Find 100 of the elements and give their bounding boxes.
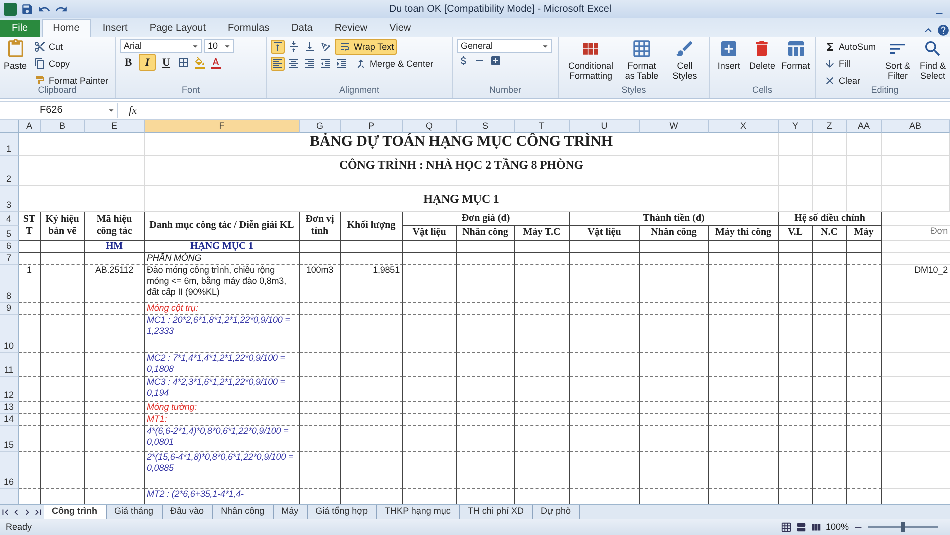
zoom-thumb[interactable] (901, 522, 905, 532)
row-header[interactable]: 4 (0, 212, 19, 226)
row-header[interactable]: 13 (0, 402, 19, 414)
sheet-tab[interactable]: Công trình (44, 505, 106, 519)
table-cell (457, 241, 515, 253)
column-header[interactable]: F (145, 120, 300, 133)
row-header[interactable]: 16 (0, 452, 19, 489)
row-header[interactable]: 11 (0, 353, 19, 377)
row-header[interactable]: 7 (0, 253, 19, 265)
column-header[interactable]: A (19, 120, 41, 133)
column-group-title: Hệ số điều chỉnh (779, 212, 882, 226)
table-cell: Móng tường: (145, 402, 300, 414)
table-cell (779, 303, 813, 315)
decrease-indent-icon[interactable] (319, 57, 333, 71)
file-tab[interactable]: File (0, 20, 40, 37)
window-title: Du toan OK [Compatibility Mode] - Microsoft Excel (388, 4, 613, 14)
merge-center-button[interactable]: Merge & Center (351, 56, 437, 72)
row-header[interactable]: 2 (0, 156, 19, 186)
increase-indent-icon[interactable] (335, 57, 349, 71)
table-cell: 4*(6,6-2*1,4)*0,8*0,6*1,22*0,9/100 = 0,0801 (145, 426, 300, 452)
copy-button[interactable]: Copy (30, 56, 112, 72)
font-size-field[interactable]: 10 (204, 39, 234, 53)
column-header[interactable]: E (85, 120, 145, 133)
paint-roller-icon (33, 74, 48, 84)
page-break-icon[interactable] (810, 522, 822, 532)
row-header[interactable]: 8 (0, 265, 19, 303)
column-header[interactable]: Y (779, 120, 813, 133)
column-header[interactable]: X (709, 120, 779, 133)
font-name-field[interactable]: Arial (120, 39, 202, 53)
borders-icon[interactable] (177, 56, 191, 70)
text-angle-icon[interactable] (319, 40, 333, 54)
table-cell (709, 303, 779, 315)
sort-filter-button[interactable]: Sort & Filter (882, 39, 914, 84)
column-header[interactable]: AA (847, 120, 882, 133)
ribbon-tab[interactable]: Formulas (218, 20, 280, 37)
ribbon-tab[interactable]: Page Layout (140, 20, 216, 37)
style-button[interactable]: Conditional Formatting (563, 39, 619, 84)
column-header[interactable]: B (41, 120, 85, 133)
table-cell (847, 426, 882, 452)
column-header[interactable]: Z (813, 120, 847, 133)
font-style-button[interactable]: U (158, 54, 175, 71)
ribbon-tab[interactable]: Data (282, 20, 323, 37)
format-painter-button[interactable]: Format Painter (30, 73, 112, 84)
function-label[interactable]: fx (118, 104, 148, 116)
table-cell (457, 265, 515, 303)
font-style-button[interactable]: B (120, 54, 137, 71)
fill-button[interactable]: Fill (820, 56, 880, 72)
horizontal-align-icon[interactable] (303, 57, 317, 71)
fill-color-icon[interactable] (193, 56, 207, 70)
paste-button[interactable]: Paste (4, 39, 28, 84)
column-header[interactable]: T (515, 120, 570, 133)
table-cell (515, 426, 570, 452)
row-header[interactable]: 15 (0, 426, 19, 452)
row-header[interactable]: 9 (0, 303, 19, 315)
row-header[interactable]: 12 (0, 377, 19, 402)
vertical-align-icon[interactable] (303, 40, 317, 54)
row-header[interactable]: 3 (0, 186, 19, 212)
font-style-button[interactable]: I (139, 54, 156, 71)
normal-view-icon[interactable] (780, 522, 792, 532)
ribbon-tab[interactable]: Home (42, 19, 91, 37)
column-header[interactable]: G (300, 120, 341, 133)
app-icon[interactable] (4, 2, 17, 16)
column-header[interactable]: P (341, 120, 403, 133)
row-header[interactable]: 5 (0, 226, 19, 241)
column-header[interactable]: Q (403, 120, 457, 133)
increase-decimal-icon[interactable] (489, 54, 503, 68)
row-header[interactable]: 6 (0, 241, 19, 253)
row-header[interactable]: 14 (0, 414, 19, 426)
column-header[interactable]: S (457, 120, 515, 133)
help-icon[interactable] (937, 24, 950, 37)
page-layout-icon[interactable] (796, 522, 807, 532)
cells-button[interactable]: Delete (747, 39, 778, 84)
table-cell (515, 303, 570, 315)
column-header[interactable]: AB (882, 120, 950, 133)
horizontal-align-icon[interactable] (287, 57, 301, 71)
table-cell (457, 414, 515, 426)
row-header[interactable]: 10 (0, 315, 19, 353)
style-button[interactable]: Cell Styles (665, 39, 705, 84)
save-icon[interactable] (21, 2, 34, 16)
table-cell (85, 414, 145, 426)
cut-button[interactable]: Cut (30, 39, 112, 55)
ribbon-tab[interactable]: View (380, 20, 422, 37)
font-color-icon[interactable] (209, 56, 223, 70)
wrap-text-button[interactable]: Wrap Text (335, 39, 398, 55)
column-header[interactable]: U (570, 120, 640, 133)
ribbon-tab[interactable]: Insert (92, 20, 138, 37)
number-format-field[interactable]: General (457, 39, 552, 53)
find-select-button[interactable]: Find & Select (917, 39, 950, 84)
row-header[interactable]: 1 (0, 133, 19, 156)
cells-button[interactable]: Insert (714, 39, 744, 84)
cells-button[interactable]: Format (780, 39, 811, 84)
ribbon-tab[interactable]: Review (324, 20, 378, 37)
column-header[interactable]: W (640, 120, 709, 133)
vertical-align-icon[interactable] (271, 40, 285, 54)
horizontal-align-icon[interactable] (271, 57, 285, 71)
autosum-button[interactable]: AutoSum (820, 39, 880, 55)
name-box[interactable]: F626 (0, 103, 118, 118)
clear-button[interactable]: Clear (820, 73, 880, 84)
style-button[interactable]: Format as Table (622, 39, 662, 84)
vertical-align-icon[interactable] (287, 40, 301, 54)
